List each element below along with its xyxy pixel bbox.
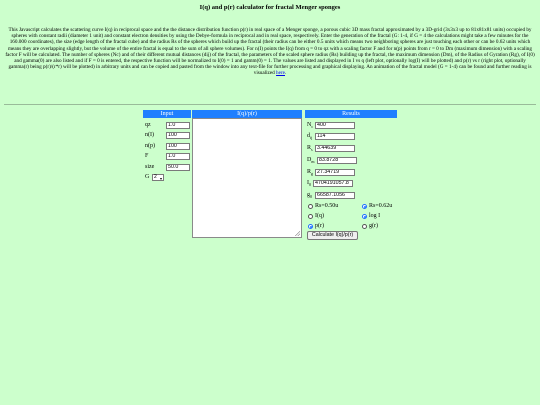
description: This Javascript calculates the scatterin… [4, 27, 536, 77]
chevron-down-icon: ▾ [159, 176, 162, 181]
output-header: I(q)/p(r) [192, 110, 302, 118]
dm-output[interactable]: 83.8728 [317, 157, 357, 164]
f-input[interactable]: 1.0 [166, 153, 190, 160]
generation-value: 2 [154, 174, 157, 180]
iq-radio[interactable] [308, 214, 313, 219]
f-label: F [145, 153, 149, 159]
i0-output[interactable]: 4704191057.8 [313, 180, 353, 187]
nc-label: Nc [307, 122, 314, 130]
input-panel: qz 1.0 n(I) 100 n(p) 100 F 1.0 size 50.0… [143, 118, 191, 238]
pr-radio[interactable] [308, 224, 313, 229]
nc-output[interactable]: 400 [315, 122, 355, 129]
n-p-input[interactable]: 100 [166, 143, 190, 150]
rg-output[interactable]: 27.34719 [315, 169, 355, 176]
size-label: size [145, 164, 155, 170]
rg-label: Rg [307, 169, 314, 177]
rs-062-radio[interactable] [362, 204, 367, 209]
g0-output[interactable]: 66587.1056 [315, 192, 355, 199]
g0-label: g0 [307, 192, 312, 200]
input-header: Input [143, 110, 191, 118]
rs-output[interactable]: 3.44639 [315, 145, 355, 152]
description-period: . [284, 70, 287, 77]
generation-select[interactable]: 2 ▾ [152, 174, 164, 181]
calculate-button[interactable]: Calculate I(q)/p(r) [307, 231, 358, 240]
iq-label: I(q) [315, 213, 324, 219]
resize-handle-icon[interactable] [295, 231, 300, 236]
size-input[interactable]: 50.0 [166, 164, 190, 171]
pr-label: p(r) [315, 223, 324, 229]
n-i-label: n(I) [145, 132, 154, 138]
i0-label: I0 [307, 180, 311, 188]
rs-050-radio[interactable] [308, 204, 313, 209]
output-textarea[interactable] [192, 118, 302, 238]
description-text: This Javascript calculates the scatterin… [5, 27, 535, 71]
dij-output[interactable]: 114 [315, 133, 355, 140]
results-panel: Nc 400 dij 114 Rs 3.44639 Dm 83.8728 Rg … [305, 118, 397, 242]
qz-label: qz [145, 122, 151, 128]
dij-label: dij [307, 133, 313, 141]
rs-050-label: Rs=0.50u [315, 203, 339, 209]
gr-radio[interactable] [362, 224, 367, 229]
description-end: visualized [253, 70, 275, 77]
rs-062-label: Rs=0.62u [369, 203, 393, 209]
page-title: I(q) and p(r) calculator for fractal Men… [199, 4, 341, 11]
gr-label: g(r) [369, 223, 378, 229]
generation-label: G [145, 174, 150, 180]
n-i-input[interactable]: 100 [166, 132, 190, 139]
rs-label: Rs [307, 145, 313, 153]
divider [4, 104, 536, 105]
qz-input[interactable]: 1.0 [166, 122, 190, 129]
dm-label: Dm [307, 157, 315, 165]
here-link[interactable]: here [276, 70, 285, 76]
log-i-label: log I [369, 213, 381, 219]
log-i-radio[interactable] [362, 214, 367, 219]
n-p-label: n(p) [145, 143, 155, 149]
results-header: Results [305, 110, 397, 118]
